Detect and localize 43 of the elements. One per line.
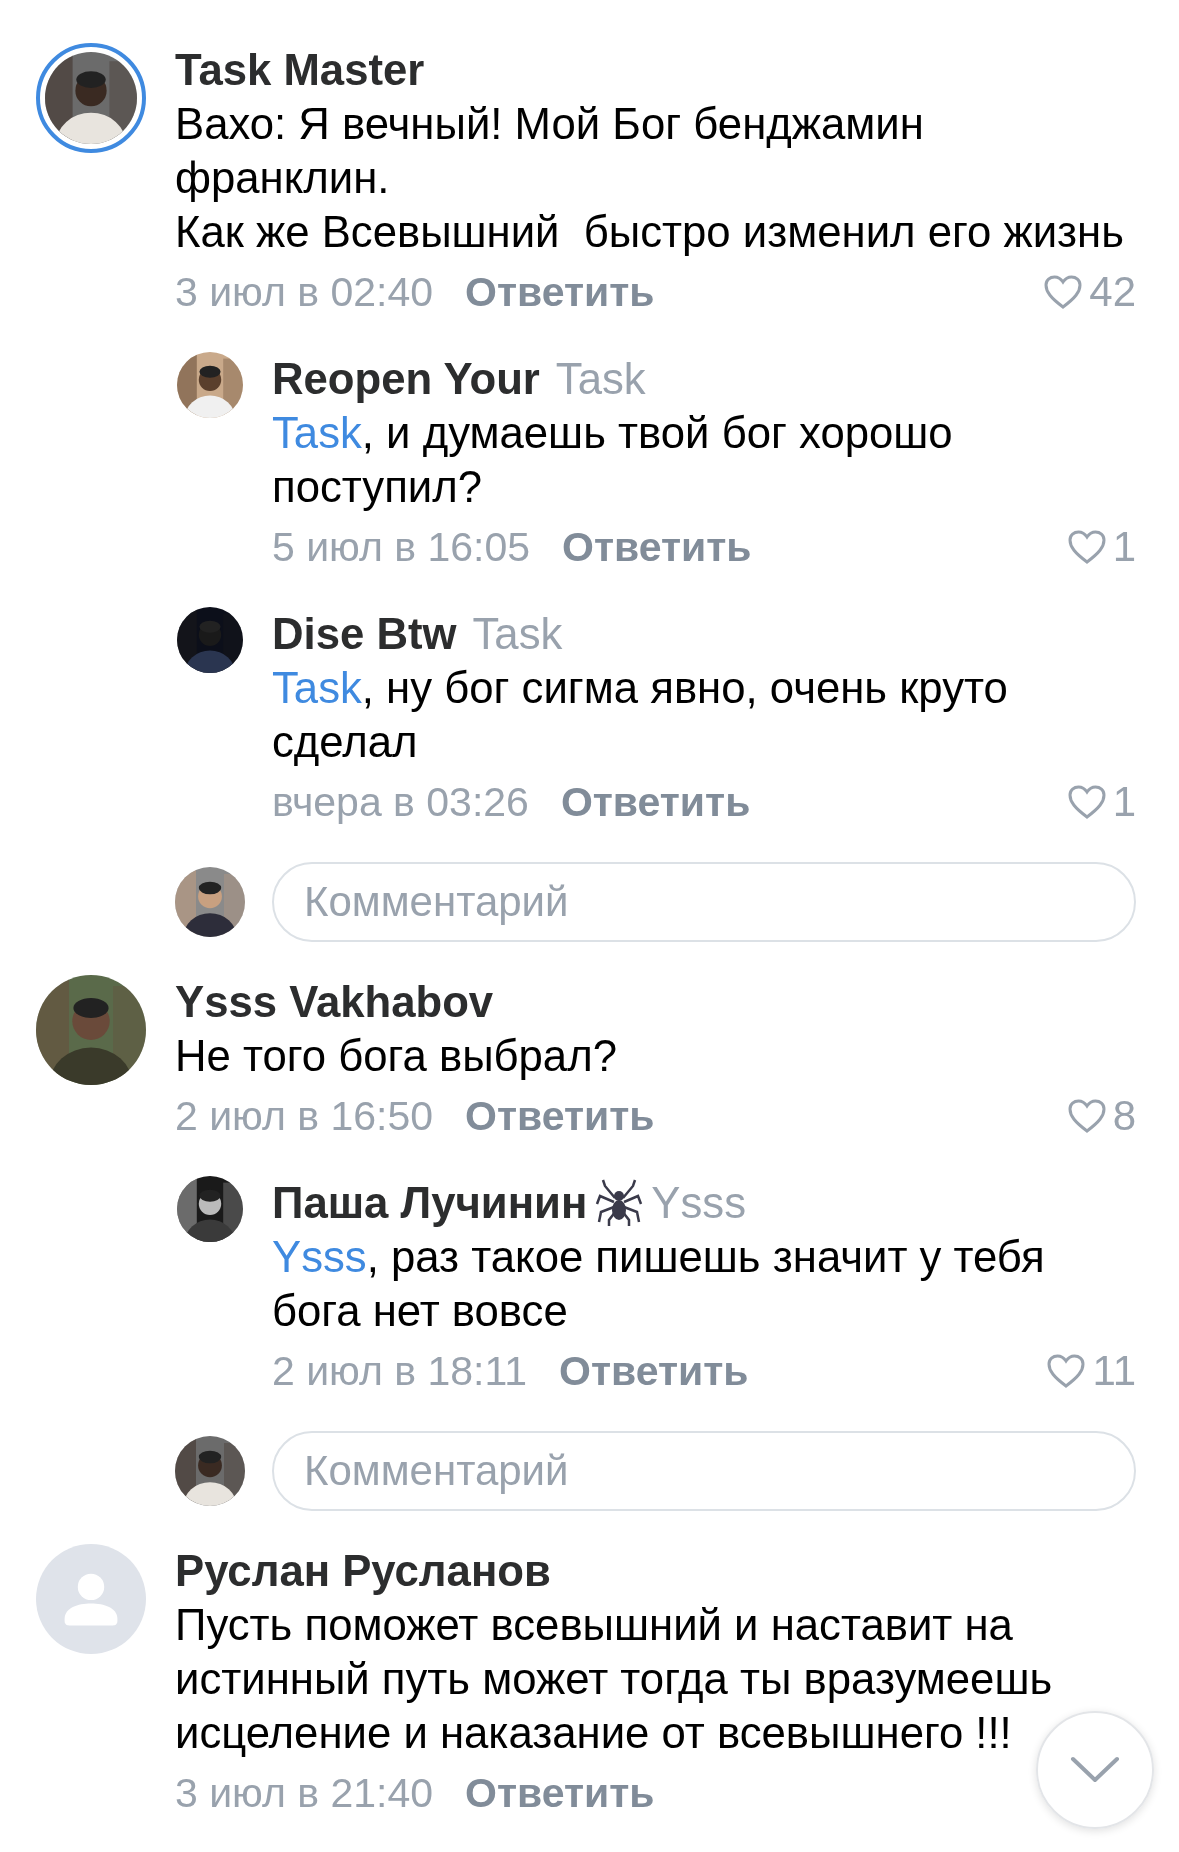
- timestamp: 3 июл в 21:40: [175, 1769, 434, 1818]
- timestamp: 3 июл в 02:40: [175, 268, 434, 317]
- reply-link[interactable]: Ответить: [457, 1766, 655, 1820]
- mention-link[interactable]: Ysss: [272, 1232, 367, 1281]
- like-button[interactable]: 11: [1046, 1344, 1136, 1398]
- reply-link[interactable]: Ответить: [457, 265, 655, 319]
- reply-link[interactable]: Ответить: [554, 520, 752, 574]
- reply-link[interactable]: Ответить: [551, 1344, 749, 1398]
- author-name: Ysss Vakhabov: [175, 976, 494, 1028]
- comment-text: Task, и думаешь твой бог хорошо поступил?: [272, 407, 954, 513]
- like-button[interactable]: 1: [1066, 520, 1136, 574]
- reply-to-name: Task: [472, 608, 563, 660]
- heart-icon: [1043, 274, 1084, 310]
- author-name: Руслан Русланов: [175, 1545, 551, 1597]
- timestamp: вчера в 03:26: [272, 778, 529, 827]
- like-button[interactable]: 42: [1043, 265, 1136, 319]
- comment-text: Ysss, раз такое пишешь значит у тебя бога нет вовсе: [272, 1231, 1046, 1337]
- comment-field[interactable]: Комментарий: [272, 862, 1136, 942]
- heart-icon: [1066, 1098, 1107, 1134]
- comment-text: Не того бога выбрал?: [175, 1030, 618, 1082]
- author-name: Task Master: [175, 44, 425, 96]
- heart-icon: [1046, 1353, 1087, 1389]
- reply-to-name: Task: [555, 353, 646, 405]
- author-name: Паша Лучинин: [272, 1177, 588, 1229]
- reply-link[interactable]: Ответить: [552, 775, 751, 829]
- chevron-down-icon: [1070, 1756, 1120, 1784]
- heart-icon: [1066, 529, 1107, 565]
- like-button[interactable]: 1: [1066, 775, 1136, 829]
- reply-to-name: Ysss: [651, 1177, 747, 1229]
- timestamp: 2 июл в 18:11: [272, 1347, 527, 1396]
- comment-field[interactable]: Комментарий: [272, 1431, 1136, 1511]
- like-button[interactable]: 8: [1066, 1089, 1136, 1143]
- mention-link[interactable]: Task: [272, 408, 362, 457]
- comment-text: Пусть поможет всевышний и наставит на истинный путь может тогда ты вразумеешь исцеление и наказание от всевышнего !!!: [175, 1599, 1054, 1759]
- timestamp: 5 июл в 16:05: [272, 523, 531, 572]
- reply-link[interactable]: Ответить: [457, 1089, 655, 1143]
- comment-text: Task, ну бог сигма явно, очень круто сделал: [272, 662, 1009, 768]
- heart-icon: [1066, 784, 1107, 820]
- timestamp: 2 июл в 16:50: [175, 1092, 434, 1141]
- comment-text: Вахо: Я вечный! Мой Бог бенджамин франклин. Как же Всевышний быстро изменил его жизнь: [175, 98, 1125, 258]
- mention-link[interactable]: Task: [272, 663, 362, 712]
- author-name: Reopen Your: [272, 353, 540, 405]
- author-name: Dise Btw: [272, 608, 457, 660]
